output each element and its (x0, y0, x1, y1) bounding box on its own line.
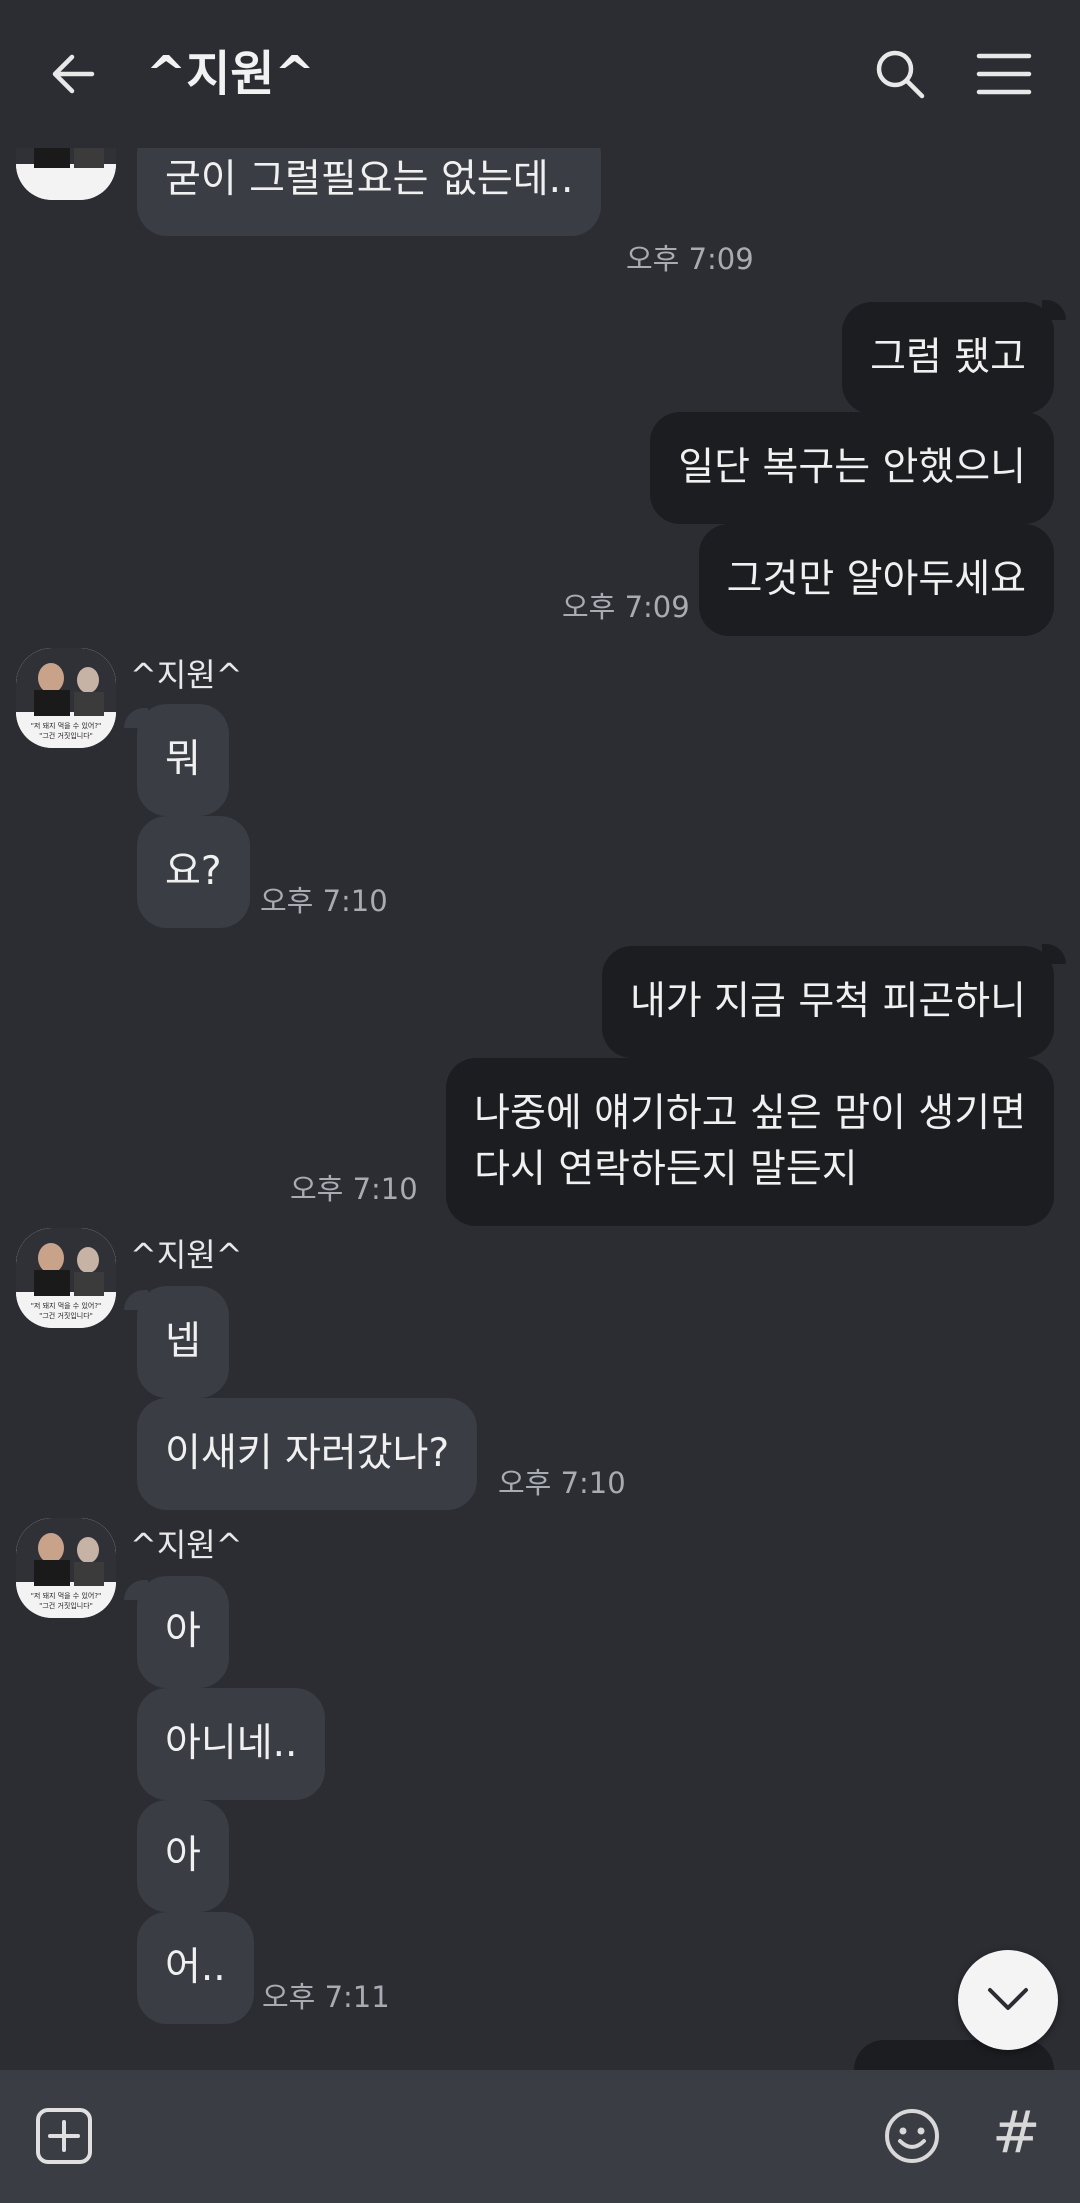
search-icon[interactable] (872, 46, 928, 102)
message-timestamp: 오후 7:10 (260, 884, 388, 918)
avatar-photo-icon: "저 돼지 먹을 수 있어?" "그건 거짓입니다" (16, 1518, 116, 1618)
avatar-caption: "그건 거짓입니다" (39, 731, 93, 740)
avatar-photo-icon (16, 148, 116, 200)
chat-title: ^지원^ (146, 46, 315, 102)
message-line: 나중에 얘기하고 싶은 맘이 생기면 (474, 1091, 1026, 1136)
outgoing-message[interactable]: 그것만 알아두세요 (698, 524, 1054, 636)
avatar-caption: "저 돼지 먹을 수 있어?" (31, 1301, 102, 1310)
incoming-message[interactable]: 어.. (137, 1912, 254, 2024)
hashtag-icon[interactable]: # (992, 2098, 1041, 2166)
sender-name: ^지원^ (130, 656, 243, 694)
incoming-message[interactable]: 뭐 (137, 704, 229, 816)
outgoing-message[interactable]: 내가 지금 무척 피곤하니 (602, 946, 1054, 1058)
incoming-message[interactable]: 요? (137, 816, 250, 928)
outgoing-message[interactable]: 그럼 됐고 (842, 302, 1054, 414)
incoming-message[interactable]: 아니네.. (137, 1688, 326, 1800)
contact-avatar[interactable] (16, 148, 116, 200)
incoming-message[interactable]: 아 (137, 1576, 229, 1688)
avatar-caption: "저 돼지 먹을 수 있어?" (31, 721, 102, 730)
plus-square-icon[interactable] (34, 2106, 94, 2166)
contact-avatar[interactable]: "저 돼지 먹을 수 있어?" "그건 거짓입니다" (16, 1228, 116, 1328)
smiley-icon[interactable] (882, 2106, 942, 2166)
incoming-message[interactable]: 굳이 그럴필요는 없는데.. (137, 148, 602, 236)
message-timestamp: 오후 7:09 (626, 242, 754, 276)
message-list[interactable]: 굳이 그럴필요는 없는데.. 오후 7:09 그럼 됐고 일단 복구는 안했으니… (0, 148, 1080, 2070)
incoming-message[interactable]: 이새키 자러갔나? (137, 1398, 478, 1510)
message-timestamp: 오후 7:11 (262, 1980, 390, 2014)
incoming-message[interactable]: 아 (137, 1800, 229, 1912)
avatar-photo-icon: "저 돼지 먹을 수 있어?" "그건 거짓입니다" (16, 648, 116, 748)
back-arrow-icon[interactable] (44, 44, 104, 104)
avatar-caption: "그건 거짓입니다" (39, 1601, 93, 1610)
avatar-caption: "저 돼지 먹을 수 있어?" (31, 1591, 102, 1600)
message-timestamp: 오후 7:10 (290, 1172, 418, 1206)
avatar-photo-icon: "저 돼지 먹을 수 있어?" "그건 거짓입니다" (16, 1228, 116, 1328)
sender-name: ^지원^ (130, 1236, 243, 1274)
message-line: 다시 연락하든지 말든지 (474, 1147, 858, 1192)
outgoing-message[interactable]: 일단 복구는 안했으니 (650, 412, 1054, 524)
avatar-caption: "그건 거짓입니다" (39, 1311, 93, 1320)
hamburger-menu-icon[interactable] (976, 50, 1032, 98)
message-timestamp: 오후 7:10 (498, 1466, 626, 1500)
scroll-to-bottom-button[interactable] (958, 1950, 1058, 2050)
message-timestamp: 오후 7:09 (562, 590, 690, 624)
outgoing-message[interactable]: 나중에 얘기하고 싶은 맘이 생기면 다시 연락하든지 말든지 (446, 1058, 1054, 1226)
message-input-bar: # (0, 2070, 1080, 2203)
incoming-message[interactable]: 넵 (137, 1286, 229, 1398)
contact-avatar[interactable]: "저 돼지 먹을 수 있어?" "그건 거짓입니다" (16, 1518, 116, 1618)
chat-header: ^지원^ (0, 0, 1080, 148)
chevron-down-icon (988, 1988, 1028, 2010)
sender-name: ^지원^ (130, 1526, 243, 1564)
contact-avatar[interactable]: "저 돼지 먹을 수 있어?" "그건 거짓입니다" (16, 648, 116, 748)
